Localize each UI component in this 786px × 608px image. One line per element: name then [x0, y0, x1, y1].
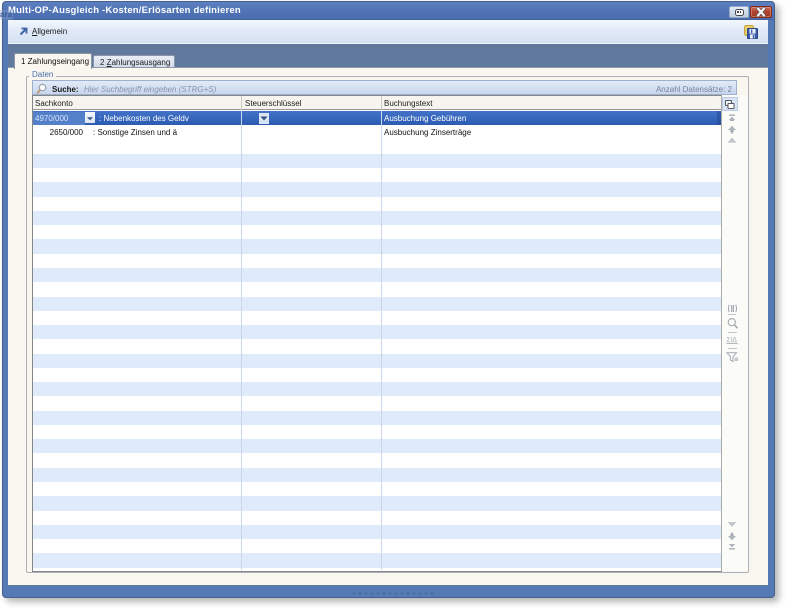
svg-text:ΣΙΔ: ΣΙΔ: [727, 337, 738, 344]
